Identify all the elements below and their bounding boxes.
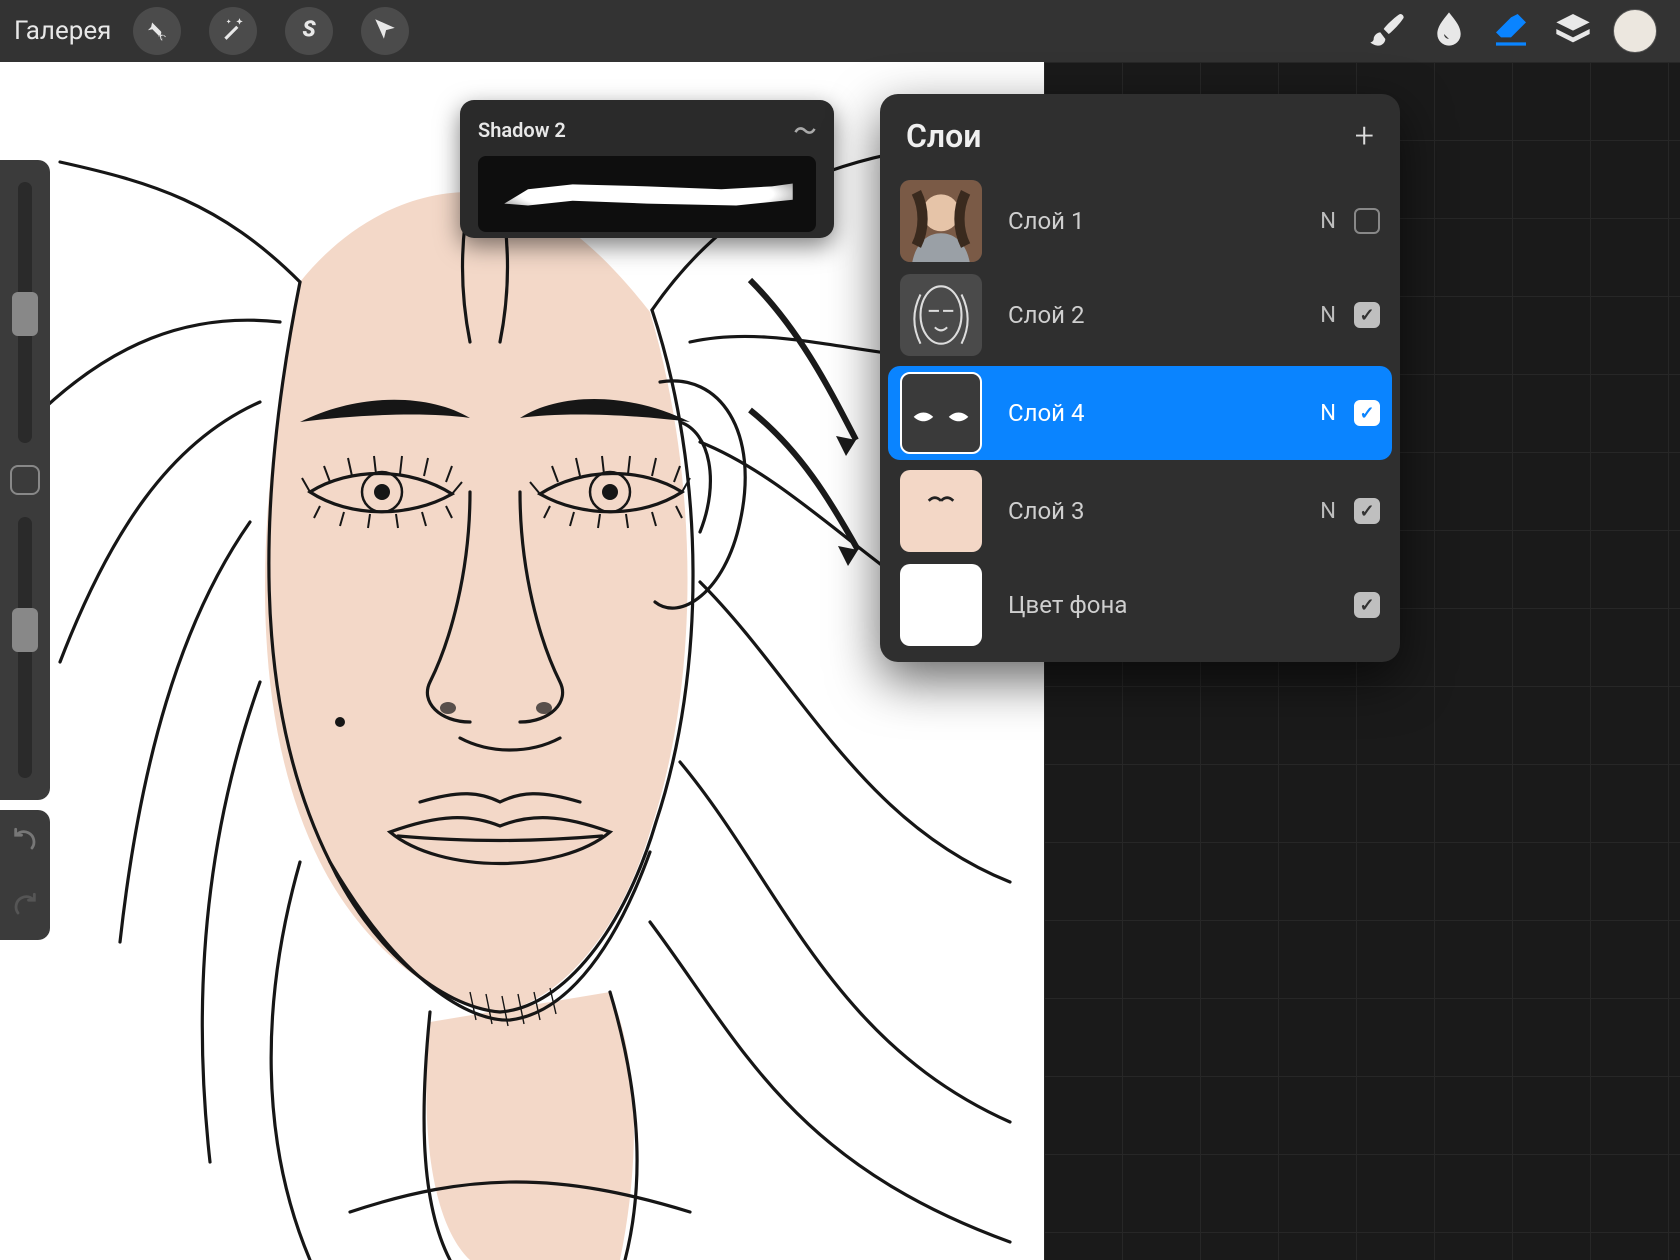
brush-size-thumb[interactable] — [12, 292, 38, 336]
gallery-button[interactable]: Галерея — [14, 16, 111, 46]
selection-button[interactable]: S — [285, 7, 333, 55]
eraser-tool[interactable] — [1480, 0, 1542, 62]
brush-icon — [1367, 9, 1407, 53]
left-sidebar — [0, 160, 50, 800]
layer-thumbnail — [900, 470, 982, 552]
brush-stroke-preview — [478, 156, 816, 232]
layer-name-label: Слой 2 — [1008, 301, 1320, 329]
transform-button[interactable] — [361, 7, 409, 55]
adjustments-button[interactable] — [209, 7, 257, 55]
layer-visibility-checkbox[interactable] — [1354, 592, 1380, 618]
layer-visibility-checkbox[interactable] — [1354, 208, 1380, 234]
smudge-tool[interactable] — [1418, 0, 1480, 62]
undo-button[interactable] — [11, 827, 39, 859]
undo-redo-rail — [0, 810, 50, 940]
layer-blend-label[interactable]: N — [1320, 209, 1336, 234]
layer-name-label: Слой 3 — [1008, 497, 1320, 525]
layer-name-label: Слой 4 — [1008, 399, 1320, 427]
layer-visibility-checkbox[interactable] — [1354, 498, 1380, 524]
layer-row[interactable]: Слой 1 N — [880, 174, 1400, 268]
layer-thumbnail — [900, 274, 982, 356]
layer-thumbnail — [900, 564, 982, 646]
layer-row[interactable]: Слой 4 N — [888, 366, 1392, 460]
layers-panel-title: Слои — [906, 117, 981, 155]
layer-row[interactable]: Слой 2 N — [880, 268, 1400, 362]
modifier-button[interactable] — [10, 465, 40, 495]
actions-button[interactable] — [133, 7, 181, 55]
brush-name-label: Shadow 2 — [478, 118, 566, 142]
select-icon: S — [296, 16, 322, 46]
color-picker[interactable] — [1604, 0, 1666, 62]
brush-preview-popup[interactable]: Shadow 2 〜 — [460, 100, 834, 238]
opacity-thumb[interactable] — [12, 608, 38, 652]
layer-row[interactable]: Слой 3 N — [880, 464, 1400, 558]
eraser-icon — [1491, 9, 1531, 53]
brush-stroke-icon: 〜 — [794, 114, 816, 146]
move-icon — [372, 16, 398, 46]
layer-visibility-checkbox[interactable] — [1354, 302, 1380, 328]
undo-icon — [11, 840, 39, 859]
wrench-icon — [144, 16, 170, 46]
opacity-slider[interactable] — [18, 517, 32, 778]
layer-blend-label[interactable]: N — [1320, 401, 1336, 426]
redo-button[interactable] — [11, 892, 39, 924]
layer-blend-label[interactable]: N — [1320, 303, 1336, 328]
layer-blend-label[interactable]: N — [1320, 499, 1336, 524]
layer-thumbnail — [900, 180, 982, 262]
layer-name-label: Цвет фона — [1008, 591, 1336, 619]
top-toolbar: Галерея S — [0, 0, 1680, 62]
add-layer-button[interactable]: + — [1355, 116, 1374, 156]
wand-icon — [220, 16, 246, 46]
layer-thumbnail — [900, 372, 982, 454]
brush-size-slider[interactable] — [18, 182, 32, 443]
layer-row-background[interactable]: Цвет фона — [880, 558, 1400, 652]
color-swatch-icon — [1613, 9, 1657, 53]
smudge-icon — [1429, 9, 1469, 53]
svg-text:S: S — [303, 18, 317, 42]
layers-panel: Слои + Слой 1 N Слой 2 N Слой 4 N Слой 3 — [880, 94, 1400, 662]
annotation-arrow — [740, 400, 880, 584]
redo-icon — [11, 905, 39, 924]
layers-tool[interactable] — [1542, 0, 1604, 62]
layers-icon — [1553, 9, 1593, 53]
layer-visibility-checkbox[interactable] — [1354, 400, 1380, 426]
brush-tool[interactable] — [1356, 0, 1418, 62]
layer-name-label: Слой 1 — [1008, 207, 1320, 235]
